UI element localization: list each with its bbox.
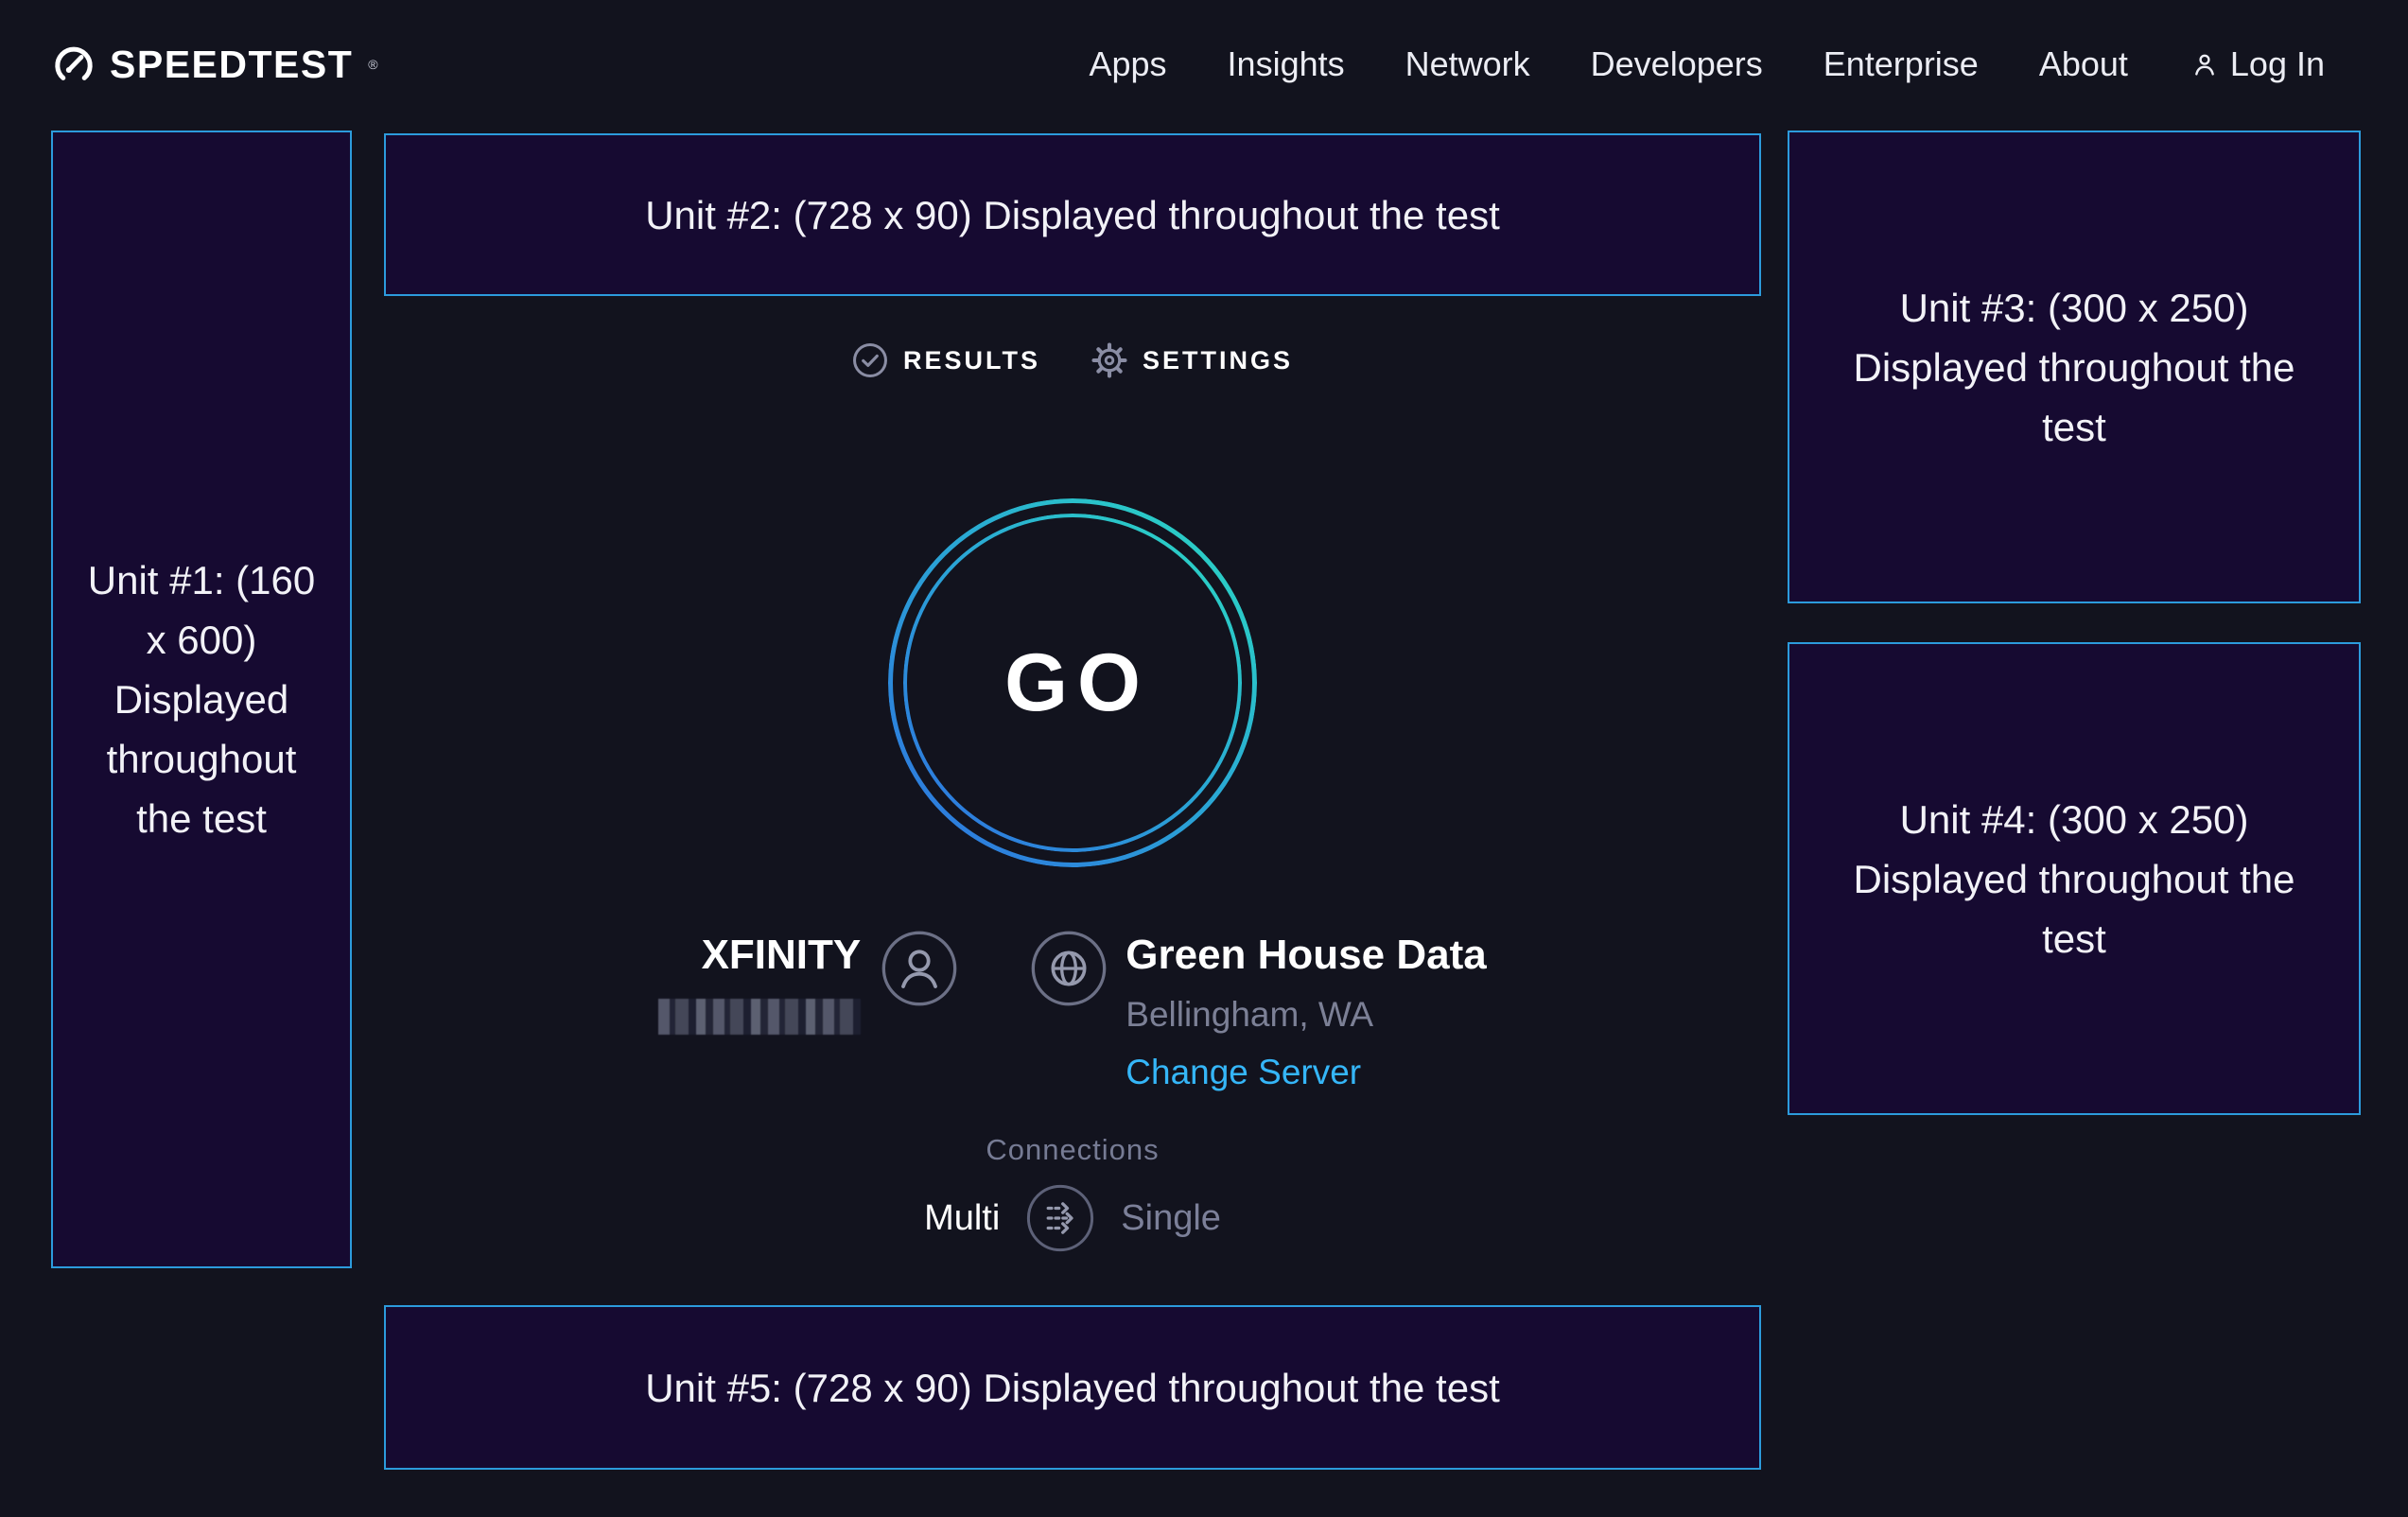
tab-settings-label: SETTINGS (1143, 346, 1293, 375)
isp-group: XFINITY (658, 931, 957, 1035)
ad-unit-4-text: Unit #4: (300 x 250) Displayed throughou… (1818, 790, 2330, 968)
isp-name: XFINITY (702, 934, 862, 976)
ip-address-redacted-blur (658, 999, 861, 1035)
ad-unit-4[interactable]: Unit #4: (300 x 250) Displayed throughou… (1788, 642, 2361, 1115)
connections-section: Connections Multi (384, 1133, 1761, 1252)
connections-label: Connections (986, 1133, 1159, 1167)
ad-unit-5[interactable]: Unit #5: (728 x 90) Displayed throughout… (384, 1305, 1761, 1470)
gauge-icon (51, 42, 96, 87)
connection-info-row: XFINITY (384, 931, 1761, 1090)
go-button[interactable]: GO (888, 498, 1257, 867)
nav-item-developers[interactable]: Developers (1591, 44, 1763, 84)
ad-unit-3-text: Unit #3: (300 x 250) Displayed throughou… (1818, 278, 2330, 457)
brand-name: SPEEDTEST (110, 43, 353, 87)
nav-item-apps[interactable]: Apps (1089, 44, 1166, 84)
nav-item-network[interactable]: Network (1405, 44, 1530, 84)
ad-unit-1-text: Unit #1: (160 x 600) Displayed throughou… (74, 550, 329, 848)
tabs-row: RESULTS SETT (384, 342, 1761, 378)
gear-icon (1091, 342, 1127, 378)
connections-toggle-button[interactable] (1026, 1184, 1094, 1252)
tab-settings[interactable]: SETTINGS (1091, 342, 1293, 378)
server-name: Green House Data (1125, 934, 1486, 976)
login-label: Log In (2230, 44, 2325, 84)
brand-trademark: ® (368, 57, 377, 72)
change-server-link[interactable]: Change Server (1125, 1055, 1361, 1090)
ad-unit-2[interactable]: Unit #2: (728 x 90) Displayed throughout… (384, 133, 1761, 296)
multi-connections-arrows-icon (1026, 1184, 1094, 1252)
ad-unit-5-text: Unit #5: (728 x 90) Displayed throughout… (645, 1358, 1500, 1418)
nav-item-insights[interactable]: Insights (1228, 44, 1345, 84)
ad-unit-2-text: Unit #2: (728 x 90) Displayed throughout… (645, 185, 1500, 245)
speedtest-page: SPEEDTEST ® Apps Insights Network Develop… (0, 0, 2408, 1517)
nav-items: Apps Insights Network Developers Enterpr… (1089, 44, 2325, 84)
ad-unit-3[interactable]: Unit #3: (300 x 250) Displayed throughou… (1788, 131, 2361, 603)
server-location: Bellingham, WA (1125, 997, 1373, 1032)
check-circle-icon (852, 342, 888, 378)
top-nav: SPEEDTEST ® Apps Insights Network Develop… (0, 0, 2408, 129)
connections-option-single[interactable]: Single (1121, 1198, 1221, 1239)
tab-results-label: RESULTS (903, 346, 1040, 375)
isp-user-icon (881, 931, 957, 1006)
speedtest-logo[interactable]: SPEEDTEST ® (51, 42, 378, 87)
globe-icon (1031, 931, 1107, 1006)
user-icon (2189, 48, 2221, 80)
tab-results[interactable]: RESULTS (852, 342, 1040, 378)
ad-unit-1[interactable]: Unit #1: (160 x 600) Displayed throughou… (51, 131, 352, 1268)
connections-toggle-row: Multi Single (924, 1184, 1221, 1252)
nav-item-enterprise[interactable]: Enterprise (1823, 44, 1979, 84)
nav-item-about[interactable]: About (2039, 44, 2128, 84)
go-button-label: GO (888, 498, 1257, 867)
server-group: Green House Data Bellingham, WA Change S… (1031, 931, 1486, 1090)
connections-option-multi[interactable]: Multi (924, 1198, 1000, 1239)
login-button[interactable]: Log In (2189, 44, 2325, 84)
